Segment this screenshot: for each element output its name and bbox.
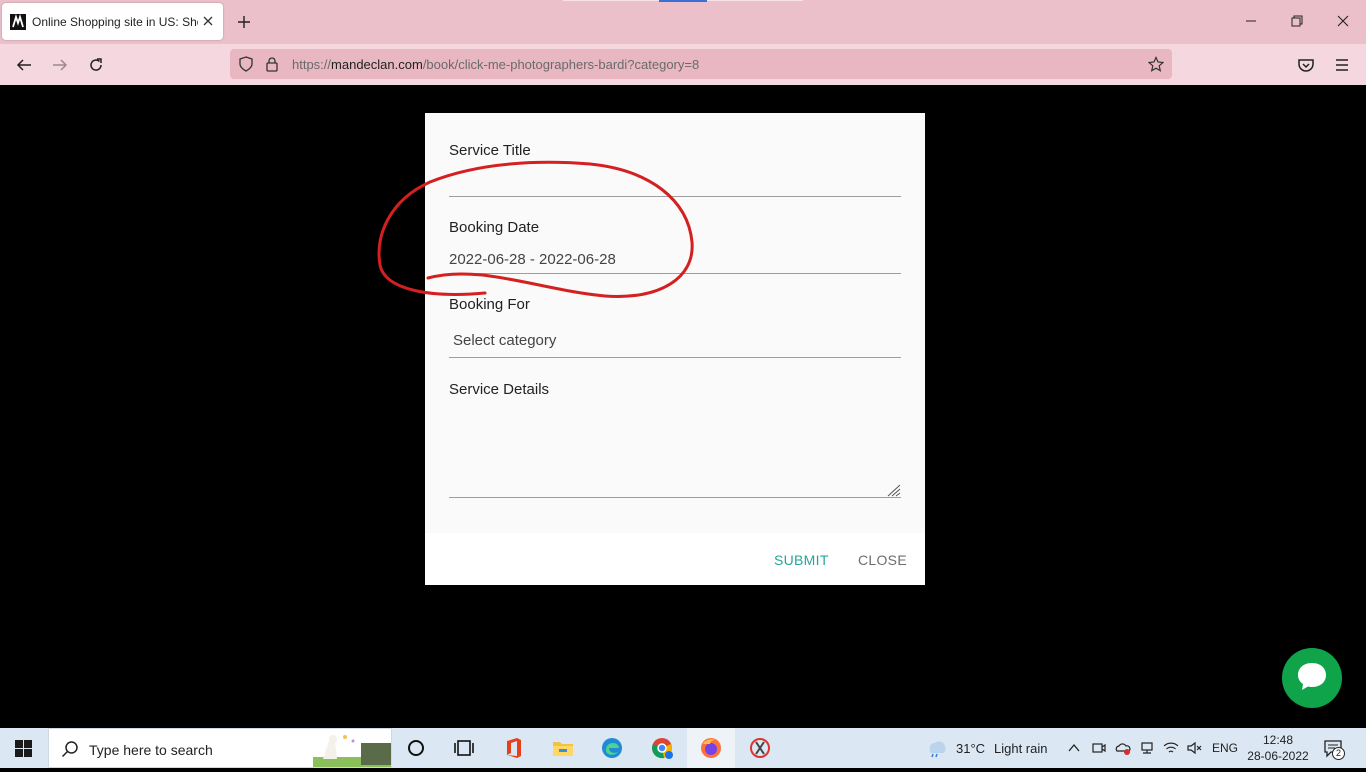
favicon-m-icon (10, 13, 26, 30)
chrome-icon[interactable] (650, 736, 674, 760)
booking-date-label: Booking Date (449, 219, 540, 236)
tab-strip-indicator (659, 0, 707, 2)
notification-icon[interactable]: 2 (1323, 738, 1345, 760)
weather-condition[interactable]: Light rain (994, 741, 1047, 756)
modal-footer: SUBMIT CLOSE (425, 533, 925, 585)
task-view-icon[interactable] (452, 736, 476, 760)
lock-icon[interactable] (264, 56, 280, 72)
booking-date-underline (449, 273, 901, 274)
submit-button[interactable]: SUBMIT (774, 552, 829, 568)
firefox-icon[interactable] (699, 736, 723, 760)
windows-icon[interactable] (15, 740, 32, 757)
service-title-label: Service Title (449, 142, 531, 159)
chat-icon (1295, 660, 1329, 697)
resize-handle-icon[interactable] (885, 483, 901, 497)
browser-navbar: https://mandeclan.com/book/click-me-phot… (0, 44, 1366, 85)
url-path: /book/click-me-photographers-bardi?categ… (422, 57, 700, 72)
tab-strip-edge (707, 0, 803, 1)
search-highlight-image (313, 731, 391, 767)
close-icon[interactable] (1336, 14, 1350, 28)
pocket-icon[interactable] (1297, 56, 1315, 74)
chevron-up-icon[interactable] (1067, 741, 1081, 755)
edge-icon[interactable] (600, 736, 624, 760)
cortana-icon[interactable] (404, 736, 428, 760)
service-details-underline (449, 497, 901, 498)
url-host: mandeclan.com (331, 57, 423, 72)
menu-icon[interactable] (1333, 56, 1351, 74)
taskbar-search[interactable]: Type here to search (48, 728, 392, 768)
language-indicator[interactable]: ENG (1212, 741, 1238, 755)
booking-modal: Service Title Booking Date 2022-06-28 - … (425, 113, 925, 585)
booking-for-label: Booking For (449, 296, 530, 313)
close-icon[interactable] (201, 14, 215, 28)
url-bar[interactable]: https://mandeclan.com/book/click-me-phot… (230, 49, 1172, 79)
shield-icon[interactable] (238, 56, 254, 72)
reload-icon[interactable] (87, 56, 105, 74)
search-icon (61, 740, 79, 758)
network-icon[interactable] (1139, 740, 1155, 756)
forward-icon[interactable] (51, 56, 69, 74)
file-explorer-icon[interactable] (551, 736, 575, 760)
star-icon[interactable] (1147, 56, 1165, 72)
service-title-underline (449, 196, 901, 197)
volume-icon[interactable] (1186, 740, 1202, 756)
tab-title: Online Shopping site in US: Sho (32, 14, 198, 29)
taskbar: Type here to search 31°C Light rain ENG … (0, 728, 1366, 768)
plus-icon[interactable] (236, 14, 252, 30)
office-icon[interactable] (502, 736, 526, 760)
url-text[interactable]: https://mandeclan.com/book/click-me-phot… (292, 57, 699, 72)
minimize-icon[interactable] (1244, 14, 1258, 28)
booking-for-underline (449, 357, 901, 358)
weather-temperature[interactable]: 31°C (956, 741, 985, 756)
browser-tabbar: Online Shopping site in US: Sho (0, 0, 1366, 44)
onedrive-icon[interactable] (1114, 740, 1132, 756)
restore-icon[interactable] (1290, 14, 1304, 28)
weather-icon[interactable] (924, 738, 948, 758)
meet-icon[interactable] (1091, 740, 1107, 756)
booking-date-input[interactable]: 2022-06-28 - 2022-06-28 (449, 251, 616, 268)
clock[interactable]: 12:48 28-06-2022 (1246, 732, 1310, 764)
notification-count: 2 (1332, 747, 1345, 760)
clock-date: 28-06-2022 (1247, 749, 1309, 763)
chat-button[interactable] (1282, 648, 1342, 708)
service-details-label: Service Details (449, 381, 550, 398)
search-placeholder: Type here to search (89, 742, 213, 758)
browser-tab[interactable]: Online Shopping site in US: Sho (2, 3, 223, 40)
booking-for-select[interactable]: Select category (453, 332, 556, 349)
tab-strip-edge (563, 0, 659, 1)
wifi-icon[interactable] (1163, 740, 1179, 756)
service-details-textarea[interactable] (449, 405, 901, 497)
url-scheme: https:// (292, 57, 332, 72)
clock-time: 12:48 (1262, 733, 1294, 747)
back-icon[interactable] (15, 56, 33, 74)
app-icon[interactable] (748, 736, 772, 760)
close-button[interactable]: CLOSE (858, 552, 907, 568)
